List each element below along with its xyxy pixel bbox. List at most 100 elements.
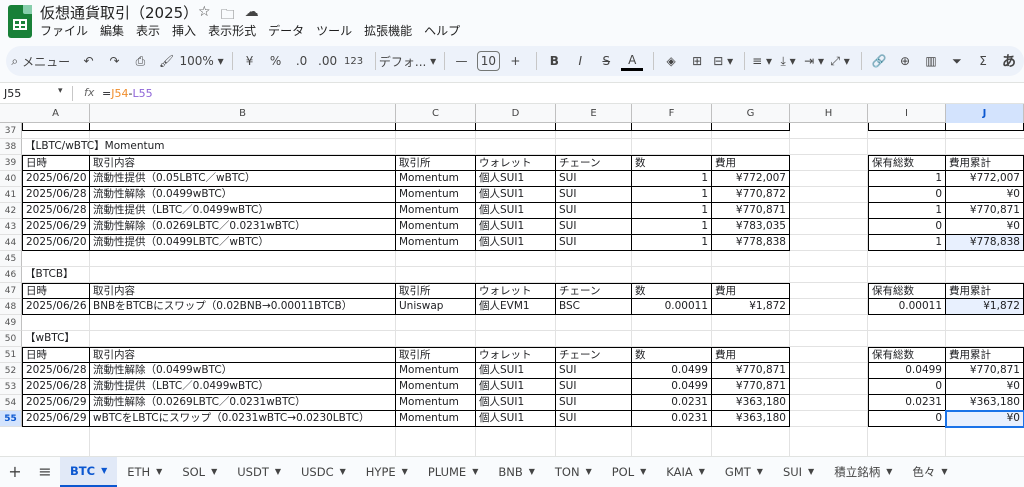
chevron-down-icon[interactable]: ▼ [156, 467, 162, 476]
merge-cells-icon[interactable]: ⊟ ▾ [712, 49, 734, 73]
menu-file[interactable]: ファイル [40, 22, 88, 39]
cell-j47[interactable]: 費用累計 [946, 283, 1024, 299]
cell-f40[interactable]: 1 [632, 171, 712, 187]
cell-d44[interactable]: 個人SUI1 [476, 235, 556, 251]
cell-b42[interactable]: 流動性提供（LBTC／0.0499wBTC） [90, 203, 396, 219]
sheet-tab-11[interactable]: GMT ▼ [715, 457, 773, 487]
chevron-down-icon[interactable]: ▼ [529, 467, 535, 476]
row-header-38[interactable]: 38 [0, 139, 22, 155]
cell-a37[interactable] [22, 123, 90, 131]
cell-g43[interactable]: ¥783,035 [712, 219, 790, 235]
cell-b55[interactable]: wBTCをLBTCにスワップ（0.0231wBTC→0.0230LBTC） [90, 411, 396, 427]
cell-d43[interactable]: 個人SUI1 [476, 219, 556, 235]
cell-b41[interactable]: 流動性解除（0.0499wBTC） [90, 187, 396, 203]
chevron-down-icon[interactable]: ▼ [402, 467, 408, 476]
zoom-select[interactable]: 100% ▾ [179, 49, 223, 73]
chevron-down-icon[interactable]: ▼ [340, 467, 346, 476]
cell-a52[interactable]: 2025/06/28 [22, 363, 90, 379]
add-sheet-icon[interactable]: + [0, 462, 30, 481]
cell-g39[interactable]: 費用 [712, 155, 790, 171]
menu-tools[interactable]: ツール [316, 22, 352, 39]
cell-f42[interactable]: 1 [632, 203, 712, 219]
sheet-tab-5[interactable]: HYPE ▼ [356, 457, 418, 487]
cell-g47[interactable]: 費用 [712, 283, 790, 299]
cell-d47[interactable]: ウォレット [476, 283, 556, 299]
cell-f48[interactable]: 0.00011 [632, 299, 712, 315]
sheet-tab-6[interactable]: PLUME ▼ [418, 457, 489, 487]
cell-g42[interactable]: ¥770,871 [712, 203, 790, 219]
sheet-tab-2[interactable]: SOL ▼ [172, 457, 227, 487]
undo-icon[interactable]: ↶ [77, 49, 99, 73]
row-header-55[interactable]: 55 [0, 411, 22, 427]
cell-j51[interactable]: 費用累計 [946, 347, 1024, 363]
cell-c42[interactable]: Momentum [396, 203, 476, 219]
cell-i51[interactable]: 保有総数 [868, 347, 946, 363]
cell-b54[interactable]: 流動性解除（0.0269LBTC／0.0231wBTC） [90, 395, 396, 411]
column-header-h[interactable]: H [790, 104, 868, 123]
row-header-42[interactable]: 42 [0, 203, 22, 219]
cell-f41[interactable]: 1 [632, 187, 712, 203]
menu-format[interactable]: 表示形式 [208, 22, 256, 39]
sheets-logo-icon[interactable] [8, 5, 32, 38]
cell-c44[interactable]: Momentum [396, 235, 476, 251]
cell-e43[interactable]: SUI [556, 219, 632, 235]
row-header-47[interactable]: 47 [0, 283, 22, 299]
row-header-41[interactable]: 41 [0, 187, 22, 203]
cell-e53[interactable]: SUI [556, 379, 632, 395]
menu-insert[interactable]: 挿入 [172, 22, 196, 39]
cell-i41[interactable]: 0 [868, 187, 946, 203]
increase-decimal-button[interactable]: .00 [317, 49, 339, 73]
sheet-tab-8[interactable]: TON ▼ [545, 457, 602, 487]
cell-d41[interactable]: 個人SUI1 [476, 187, 556, 203]
chevron-down-icon[interactable]: ▼ [699, 467, 705, 476]
chevron-down-icon[interactable]: ▼ [275, 467, 281, 476]
column-header-b[interactable]: B [90, 104, 396, 123]
cell-j53[interactable]: ¥0 [946, 379, 1024, 395]
cell-b51[interactable]: 取引内容 [90, 347, 396, 363]
column-header-e[interactable]: E [556, 104, 632, 123]
cell-c39[interactable]: 取引所 [396, 155, 476, 171]
column-header-j[interactable]: J [946, 104, 1024, 123]
menu-data[interactable]: データ [268, 22, 304, 39]
cell-a41[interactable]: 2025/06/28 [22, 187, 90, 203]
cell-d39[interactable]: ウォレット [476, 155, 556, 171]
paint-format-icon[interactable]: 🖌 [155, 49, 177, 73]
cell-i42[interactable]: 1 [868, 203, 946, 219]
cell-j40[interactable]: ¥772,007 [946, 171, 1024, 187]
cell-e54[interactable]: SUI [556, 395, 632, 411]
sheet-tab-10[interactable]: KAIA ▼ [656, 457, 715, 487]
cell-a47[interactable]: 日時 [22, 283, 90, 299]
currency-format-button[interactable]: ¥ [239, 49, 261, 73]
cell-a39[interactable]: 日時 [22, 155, 90, 171]
font-select[interactable]: デフォ... ▾ [379, 49, 436, 73]
cell-i55[interactable]: 0 [868, 411, 946, 427]
cell-g55[interactable]: ¥363,180 [712, 411, 790, 427]
cell-c54[interactable]: Momentum [396, 395, 476, 411]
bold-button[interactable]: B [543, 49, 565, 73]
all-sheets-icon[interactable]: ≡ [30, 462, 60, 481]
cell-e39[interactable]: チェーン [556, 155, 632, 171]
cell-j54[interactable]: ¥363,180 [946, 395, 1024, 411]
strikethrough-button[interactable]: S [595, 49, 617, 73]
sheet-tab-0[interactable]: BTC ▼ [60, 456, 118, 487]
cell-d51[interactable]: ウォレット [476, 347, 556, 363]
cell-b37[interactable] [90, 123, 396, 131]
row-header-44[interactable]: 44 [0, 235, 22, 251]
text-wrapping-icon[interactable]: ⇥ ▾ [803, 49, 825, 73]
cell-g37[interactable] [712, 123, 790, 131]
menu-view[interactable]: 表示 [136, 22, 160, 39]
cell-i40[interactable]: 1 [868, 171, 946, 187]
font-size-increase-button[interactable]: + [504, 49, 526, 73]
cell-c41[interactable]: Momentum [396, 187, 476, 203]
row-header-46[interactable]: 46 [0, 267, 22, 283]
cell-a46[interactable]: 【BTCB】 [22, 267, 476, 283]
vertical-align-icon[interactable]: ⤓ ▾ [777, 49, 799, 73]
cell-d37[interactable] [476, 123, 556, 131]
cell-a50[interactable]: 【wBTC】 [22, 331, 476, 347]
cell-i44[interactable]: 1 [868, 235, 946, 251]
cell-a54[interactable]: 2025/06/29 [22, 395, 90, 411]
sheet-tab-7[interactable]: BNB ▼ [488, 457, 545, 487]
decrease-decimal-button[interactable]: .0 [291, 49, 313, 73]
column-header-g[interactable]: G [712, 104, 790, 123]
cell-a44[interactable]: 2025/06/20 [22, 235, 90, 251]
